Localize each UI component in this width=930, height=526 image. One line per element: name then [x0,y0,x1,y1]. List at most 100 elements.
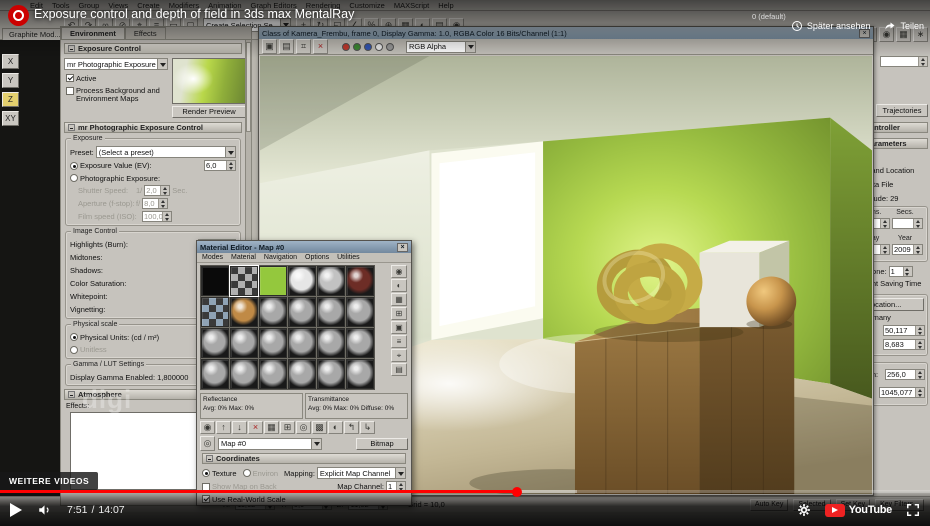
spinner[interactable] [913,219,922,228]
latitude-field[interactable]: 50,117 [883,325,925,336]
material-slot[interactable] [317,359,345,389]
material-slot[interactable] [346,266,374,296]
unitless-radio[interactable] [70,345,78,354]
rollout-coordinates[interactable]: Coordinates [202,453,406,464]
sample-tiling-icon[interactable]: ⊞ [391,307,407,320]
spinner[interactable] [915,388,924,397]
spinner[interactable] [880,245,889,254]
progress-bar[interactable] [0,486,930,497]
background-icon[interactable]: ▦ [391,293,407,306]
collapse-icon[interactable] [68,391,75,398]
texture-radio[interactable] [202,469,210,477]
orbital-scale-field[interactable]: 1045,077 [879,387,925,398]
spinner[interactable] [160,186,170,195]
material-slot[interactable] [346,359,374,389]
backlight-icon[interactable]: ◐ [391,279,407,292]
material-slot[interactable] [201,266,229,296]
make-unique-icon[interactable]: ▦ [264,421,279,434]
go-forward-icon[interactable]: ↳ [360,421,375,434]
get-material-icon[interactable]: ◉ [200,421,215,434]
channel-avatar[interactable] [8,5,29,26]
material-slot[interactable] [230,328,258,358]
material-slot[interactable] [346,297,374,327]
share-button[interactable]: Teilen [884,20,924,32]
me-menu-utilities[interactable]: Utilities [337,254,360,261]
show-end-result-icon[interactable]: ◐ [328,421,343,434]
put-to-library-icon[interactable]: ⊞ [280,421,295,434]
shutter-field[interactable]: 2,0 [144,185,171,196]
spinner[interactable] [880,219,889,228]
material-slot[interactable] [201,328,229,358]
trajectories-button[interactable]: Trajectories [876,104,928,117]
material-slot[interactable] [229,265,259,297]
material-slot[interactable] [288,359,316,389]
secs-field[interactable] [892,218,923,229]
material-slot[interactable] [317,328,345,358]
material-slot[interactable] [288,297,316,327]
material-editor-titlebar[interactable]: Material Editor - Map #0 × [197,241,411,253]
rollout-mr-photographic[interactable]: mr Photographic Exposure Control [64,122,242,133]
mapping-dropdown[interactable]: Explicit Map Channel [316,467,406,479]
video-title[interactable]: Exposure control and depth of field in 3… [34,7,354,21]
ev-field[interactable]: 6,0 [204,160,236,171]
axis-z-button[interactable]: Z [2,92,19,107]
bitmap-type-button[interactable]: Bitmap [356,437,408,450]
fullscreen-icon[interactable] [906,503,920,517]
me-menu-navigation[interactable]: Navigation [264,254,297,261]
dropdown-arrow-icon[interactable] [311,438,321,449]
volume-icon[interactable] [36,503,53,517]
video-color-check-icon[interactable]: ▣ [391,321,407,334]
spinner[interactable] [226,161,235,170]
aperture-field[interactable]: 8,0 [142,198,169,209]
select-by-material-icon[interactable]: ⌖ [391,349,407,362]
year-field[interactable]: 2009 [892,244,923,255]
collapse-icon[interactable] [206,455,213,462]
material-slot[interactable] [259,266,287,296]
material-slot[interactable] [259,359,287,389]
options-icon[interactable]: ≡ [391,335,407,348]
more-videos-button[interactable]: WEITERE VIDEOS [0,472,99,490]
material-slot[interactable] [346,328,374,358]
put-material-icon[interactable]: ↑ [216,421,231,434]
spinner[interactable] [913,245,922,254]
spinner[interactable] [918,57,927,66]
sample-type-icon[interactable]: ◉ [391,265,407,278]
exposure-control-dropdown[interactable]: mr Photographic Exposure Contr [64,58,168,70]
north-direction-field[interactable]: 256,0 [885,369,925,380]
spinner[interactable] [902,267,912,276]
pick-material-icon[interactable]: ◎ [200,436,215,451]
me-menu-material[interactable]: Material [231,254,256,261]
dropdown-arrow-icon[interactable] [225,147,235,157]
material-slot[interactable] [230,359,258,389]
render-preview-button[interactable]: Render Preview [172,106,245,118]
material-slot[interactable] [317,297,345,327]
material-slot[interactable] [259,328,287,358]
material-id-icon[interactable]: ◎ [296,421,311,434]
settings-gear-icon[interactable] [797,503,811,517]
environ-radio[interactable] [242,469,251,477]
spinner[interactable] [162,212,171,221]
active-checkbox[interactable] [66,74,74,82]
photographic-radio[interactable] [70,174,78,182]
assign-material-icon[interactable]: ↓ [232,421,247,434]
time-zone-field[interactable]: 1 [888,266,913,277]
ev-radio[interactable] [70,161,78,170]
material-slot[interactable] [230,297,258,327]
axis-y-button[interactable]: Y [2,73,19,88]
material-slot[interactable] [201,297,229,327]
spinner[interactable] [915,340,924,349]
youtube-logo[interactable]: YouTube [824,503,892,517]
physical-units-radio[interactable] [70,333,78,341]
material-slot[interactable] [317,266,345,296]
dropdown-arrow-icon[interactable] [157,59,167,69]
go-to-parent-icon[interactable]: ↰ [344,421,359,434]
close-icon[interactable]: × [397,242,408,252]
longitude-field[interactable]: 8,683 [883,339,925,350]
spinner[interactable] [915,370,924,379]
material-slot[interactable] [288,266,316,296]
preset-dropdown[interactable]: (Select a preset) [95,146,236,158]
spinner[interactable] [158,199,168,208]
me-menu-modes[interactable]: Modes [202,254,223,261]
material-name-dropdown[interactable]: Map #0 [218,437,322,450]
material-slot[interactable] [201,359,229,389]
